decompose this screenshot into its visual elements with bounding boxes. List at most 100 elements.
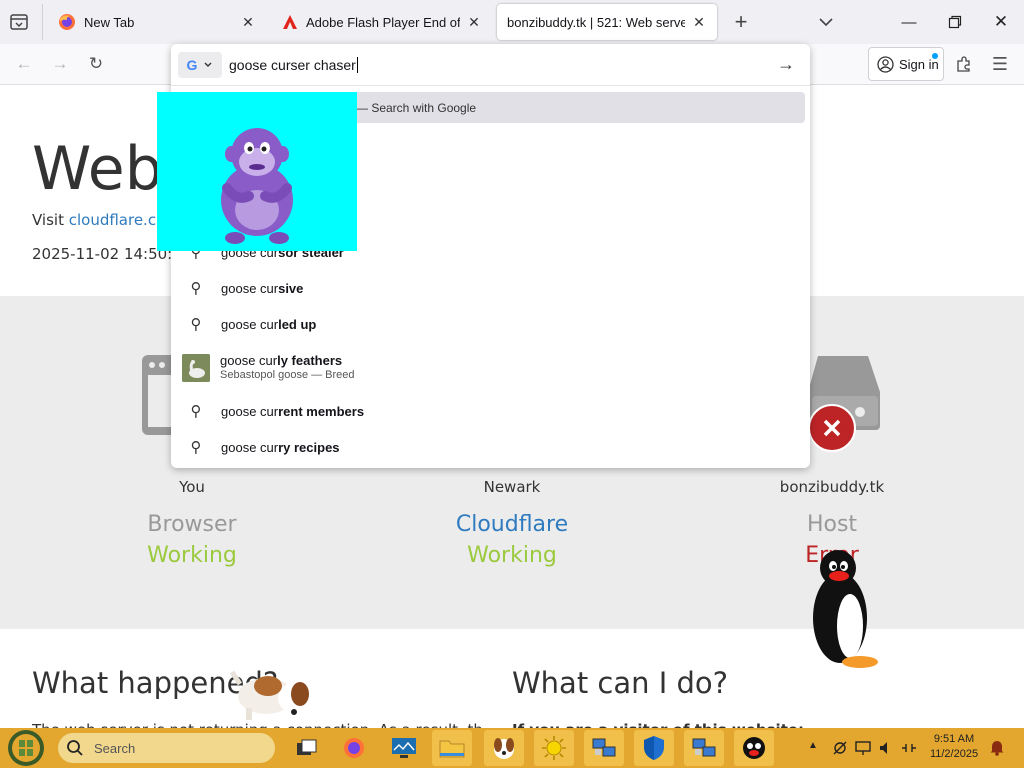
node-you-status: Working [147,543,237,568]
tab-title: Adobe Flash Player End of Life [306,14,460,30]
sign-in-label: Sign in [899,56,939,72]
node-host-type: Host [806,512,858,537]
minimize-button[interactable]: — [886,0,932,44]
suggestion-text: goose curly feathers Sebastopol goose — … [220,353,355,381]
close-window-button[interactable]: ✕ [978,0,1024,44]
power-icon[interactable] [900,740,918,756]
go-button[interactable]: → [777,54,801,76]
suggestion-item[interactable]: ⚲ goose curled up [171,306,810,342]
chevron-down-icon [204,62,212,67]
hamburger-menu-icon: ☰ [991,53,1009,74]
tab-bonzibuddy[interactable]: bonzibuddy.tk | 521: Web server is down … [497,4,717,40]
taskbar-dog-app[interactable] [484,730,524,766]
suggestion-text: goose cursive [221,280,304,296]
node-newark-type: Cloudflare [455,512,569,537]
close-icon: ✕ [993,12,1009,31]
visit-line: Visit cloudflare.co [32,211,165,229]
search-engine-button[interactable]: G [178,52,222,78]
search-icon: ⚲ [190,403,202,420]
dog-icon [229,670,310,720]
tab-list-button[interactable] [8,11,32,33]
node-newark-status: Working [467,543,557,568]
url-input[interactable]: goose curser chaser [229,57,358,73]
penguin-icon [813,550,878,668]
visit-prefix: Visit [32,211,69,229]
tab-title: New Tab [84,14,135,30]
tab-adobe-flash[interactable]: Adobe Flash Player End of Life ✕ [272,4,492,40]
location-off-icon[interactable] [832,740,848,756]
task-view-icon [297,739,317,755]
chevron-down-icon [819,18,833,27]
clock-date: 11/2/2025 [929,748,979,760]
puzzle-icon [957,56,970,72]
app-menu-button[interactable]: ☰ [986,50,1014,78]
new-tab-button[interactable]: + [728,8,754,36]
adobe-icon [283,15,297,29]
sign-in-button[interactable]: Sign in [868,47,944,81]
puppy-pet[interactable] [226,660,316,722]
back-arrow-icon: ← [15,54,33,73]
suggestion-item[interactable]: ⚲ goose current members [171,393,810,429]
task-view-button[interactable] [286,730,326,766]
pingu-penguin-pet[interactable] [808,548,880,672]
start-button[interactable] [6,728,46,768]
monitor-icon [392,738,416,758]
notification-bell-button[interactable] [988,738,1008,758]
bonzibuddy-character-icon [221,128,293,244]
taskbar-monitor-app[interactable] [384,730,424,766]
taskbar-firefox[interactable] [334,730,374,766]
google-icon: G [186,57,198,73]
taskbar-sun-app[interactable] [534,730,574,766]
folder-icon [439,740,465,758]
volume-icon[interactable] [878,740,894,756]
server-icon [808,356,880,452]
clock-time: 9:51 AM [933,733,975,745]
page-heading: Web [32,134,163,204]
text-caret [356,57,358,73]
suggestion-item-rich[interactable]: goose curly feathers Sebastopol goose — … [171,346,810,390]
firefox-icon [344,738,364,758]
taskbar-clock[interactable]: 9:51 AM 11/2/2025 [928,732,980,762]
reload-button[interactable]: ↻ [82,50,110,78]
close-tab-icon[interactable]: ✕ [466,14,482,31]
suggestion-item[interactable]: ⚲ goose curry recipes [171,429,810,465]
taskbar-network-app-2[interactable] [684,730,724,766]
node-you-type: Browser [147,512,237,537]
bonzibuddy-window[interactable] [157,92,357,251]
taskbar-pingu-app[interactable] [734,730,774,766]
back-button[interactable]: ← [10,50,38,78]
taskbar-search-placeholder: Search [94,740,136,756]
goose-thumbnail [182,354,210,382]
host-node [808,356,882,452]
node-you-name: You [179,478,205,496]
network-icon[interactable] [854,740,872,756]
tab-new-tab[interactable]: New Tab ✕ [48,4,266,40]
maximize-button[interactable] [932,0,978,44]
firefox-icon [59,14,75,30]
list-all-tabs-button[interactable] [814,10,838,34]
urlbar-input-row: G goose curser chaser → [171,44,810,86]
suggestion-text: goose curry recipes [221,439,340,455]
search-icon: ⚲ [190,439,202,456]
close-tab-icon[interactable]: ✕ [240,14,256,31]
suggestion-text: goose current members [221,403,365,419]
goose-image-icon [182,354,210,382]
tray-overflow-chevron[interactable]: ▲ [808,740,818,751]
taskbar-network-app[interactable] [584,730,624,766]
taskbar-file-explorer[interactable] [432,730,472,766]
forward-button[interactable]: → [46,50,74,78]
close-tab-icon[interactable]: ✕ [691,14,707,31]
suggestion-item[interactable]: ⚲ goose cursive [171,270,810,306]
search-icon [67,740,83,756]
extensions-button[interactable] [950,50,978,78]
network-computers-icon [692,738,716,757]
taskbar-search-box[interactable]: Search [58,733,275,763]
penguin-face-icon [743,737,765,759]
minimize-icon: — [901,13,917,31]
dog-face-icon [494,738,514,759]
cloudflare-link[interactable]: cloudflare.co [69,211,166,229]
search-icon: ⚲ [190,316,202,333]
taskbar-defender[interactable] [634,730,674,766]
tab-strip: New Tab ✕ Adobe Flash Player End of Life… [0,0,1024,44]
forward-arrow-icon: → [51,54,69,73]
